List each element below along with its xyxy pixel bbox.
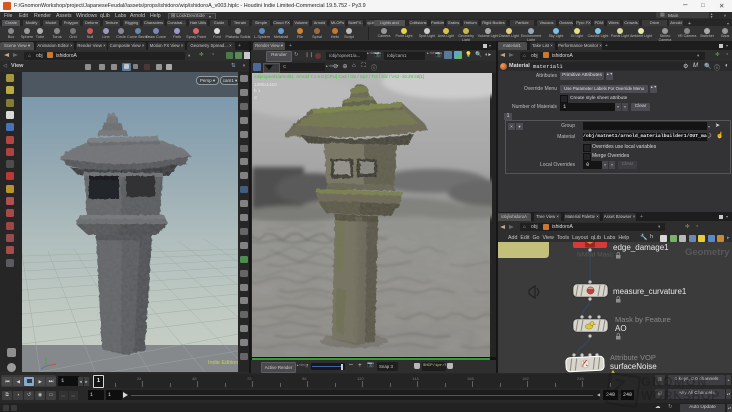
svg-text:edge_damage1: edge_damage1 <box>613 243 669 252</box>
svg-text:surfaceNoise: surfaceNoise <box>610 362 657 371</box>
svg-text:measure_curvature1: measure_curvature1 <box>613 287 687 296</box>
svg-text:Indie Edition: Indie Edition <box>208 360 238 366</box>
svg-text:Ctrl+Left to show detailed pix: Ctrl+Left to show detailed pixel informa… <box>330 349 429 355</box>
svg-text:AO: AO <box>615 324 627 333</box>
svg-text:Attribute VOP: Attribute VOP <box>610 353 656 362</box>
svg-text:Mask by Feature: Mask by Feature <box>615 315 671 324</box>
svg-text:Geometry: Geometry <box>685 247 730 258</box>
svg-text:NMNd Masc: NMNd Masc <box>577 252 614 259</box>
